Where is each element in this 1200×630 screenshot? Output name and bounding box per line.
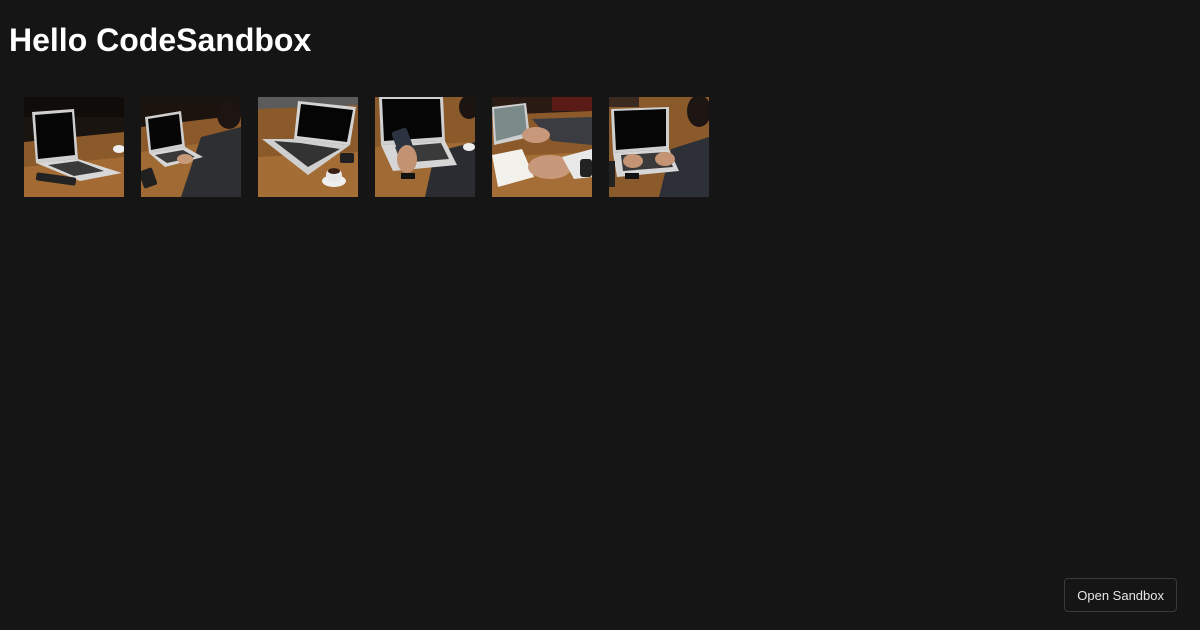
page: Hello CodeSandbox Open Sandbox — [0, 0, 1200, 630]
gallery-image-2[interactable] — [141, 97, 241, 197]
laptop-photo — [24, 97, 124, 197]
gallery-image-6[interactable] — [609, 97, 709, 197]
page-title: Hello CodeSandbox — [9, 22, 312, 58]
person-typing-photo — [609, 97, 709, 197]
gallery-image-3[interactable] — [258, 97, 358, 197]
image-gallery — [24, 97, 709, 197]
gallery-image-1[interactable] — [24, 97, 124, 197]
open-sandbox-button[interactable]: Open Sandbox — [1064, 578, 1177, 612]
laptop-coffee-photo — [258, 97, 358, 197]
notebook-photo — [492, 97, 592, 197]
gallery-image-4[interactable] — [375, 97, 475, 197]
person-phone-photo — [375, 97, 475, 197]
person-laptop-photo — [141, 97, 241, 197]
gallery-image-5[interactable] — [492, 97, 592, 197]
